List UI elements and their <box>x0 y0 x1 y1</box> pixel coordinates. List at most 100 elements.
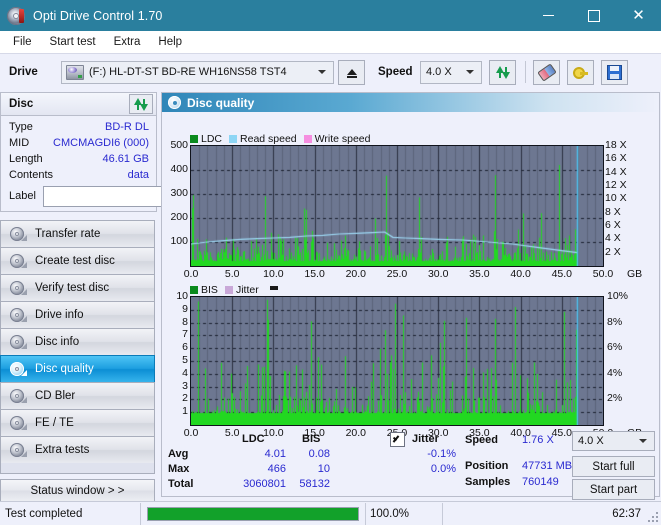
panel-header: Disc quality <box>162 93 659 112</box>
drive-toolbar: Drive (F:) HL-DT-ST BD-RE WH16NS58 TST4 … <box>0 54 661 90</box>
disc-test-icon <box>10 416 27 430</box>
sidebar-item-transfer-rate[interactable]: Transfer rate <box>0 220 155 247</box>
start-full-button[interactable]: Start full <box>572 456 655 477</box>
app-disc-icon <box>7 6 25 25</box>
menu-file[interactable]: File <box>4 34 41 50</box>
status-window-button[interactable]: Status window > > <box>0 479 155 502</box>
drive-select[interactable]: (F:) HL-DT-ST BD-RE WH16NS58 TST4 <box>61 60 334 84</box>
ldc-chart-legend: LDC Read speed Write speed <box>190 133 378 145</box>
eject-icon <box>346 69 357 78</box>
sidebar-item-label: CD Bler <box>35 390 76 402</box>
disc-row-length: Length 46.61 GB <box>1 151 156 167</box>
axis-tick-label: 10.0 <box>263 268 284 280</box>
sidebar-item-drive-info[interactable]: Drive info <box>0 301 155 328</box>
axis-tick-label: 0.0 <box>183 268 199 280</box>
stats-avg-bis: 0.08 <box>308 448 330 460</box>
sidebar-item-create-test-disc[interactable]: Create test disc <box>0 247 155 274</box>
ldc-canvas <box>191 146 603 266</box>
menu-help[interactable]: Help <box>149 34 191 50</box>
jitter-checkbox[interactable] <box>390 432 405 447</box>
start-part-button[interactable]: Start part <box>572 479 655 500</box>
maximize-button[interactable] <box>571 0 616 31</box>
axis-tick-label: 7 <box>182 328 188 341</box>
left-column: Disc Type BD-R DL MID CMCMAGDI6 (000) Le… <box>0 92 248 502</box>
disc-test-icon <box>10 389 27 403</box>
disc-row-key: Contents <box>9 169 54 181</box>
samples-stat-value: 760149 <box>522 476 559 488</box>
axis-tick-label: 8 <box>182 315 188 328</box>
nav-list: Transfer rate Create test disc Verify te… <box>0 220 156 502</box>
sidebar-item-disc-info[interactable]: Disc info <box>0 328 155 355</box>
disc-test-icon <box>10 227 27 241</box>
eraser-icon <box>536 62 557 82</box>
disc-quality-panel: Disc quality LDC Read speed Write speed <box>161 92 660 500</box>
speed-select[interactable]: 4.0 X <box>420 60 482 84</box>
sidebar-item-verify-test-disc[interactable]: Verify test disc <box>0 274 155 301</box>
disc-row-contents: Contents data <box>1 167 156 183</box>
refresh-icon <box>134 97 148 111</box>
axis-tick-label: 10% <box>607 290 629 302</box>
refresh-icon <box>495 65 510 79</box>
speed-select-value: 4.0 X <box>426 66 452 78</box>
stats-area: LDC BIS Jitter Avg 4.01 0.08 -0.1% Max 4… <box>162 431 659 500</box>
axis-tick-label: 1 <box>182 405 188 418</box>
erase-disc-button[interactable] <box>533 59 560 85</box>
sidebar-item-cd-bler[interactable]: CD Bler <box>0 382 155 409</box>
axis-tick-label: 8% <box>607 315 623 328</box>
page-title: Disc quality <box>187 95 255 110</box>
axis-tick-label: 2% <box>607 392 623 405</box>
menu-start-test[interactable]: Start test <box>41 34 105 50</box>
key-icon <box>573 66 588 79</box>
status-message: Test completed <box>5 507 83 520</box>
axis-tick-label: 20.0 <box>345 268 367 280</box>
window-title: Opti Drive Control 1.70 <box>33 8 163 23</box>
stats-row-label-max: Max <box>168 463 190 475</box>
axis-tick-label: 30.0 <box>427 268 449 280</box>
axis-tick-label: 6 <box>182 341 188 354</box>
sidebar-item-label: Transfer rate <box>35 228 101 240</box>
legend-entry-ldc: LDC <box>190 133 222 145</box>
test-speed-value: 4.0 X <box>578 435 604 447</box>
resize-grip[interactable] <box>648 512 658 522</box>
legend-label: BIS <box>201 284 218 296</box>
refresh-disc-button[interactable] <box>129 94 153 114</box>
test-speed-select[interactable]: 4.0 X <box>572 431 655 451</box>
disc-row-value: CMCMAGDI6 (000) <box>53 137 149 149</box>
axis-tick-label: 400 <box>170 163 188 175</box>
axis-tick-label: 6 X <box>605 219 621 231</box>
minimize-button[interactable] <box>526 0 571 31</box>
drive-key-button[interactable] <box>567 59 594 85</box>
legend-swatch <box>303 135 312 143</box>
sidebar-item-label: Extra tests <box>35 444 90 456</box>
axis-tick-label: 45.0 <box>551 268 573 280</box>
sidebar-item-label: Create test disc <box>35 255 115 267</box>
disc-row-key: Type <box>9 121 33 133</box>
sidebar-item-label: Verify test disc <box>35 282 110 294</box>
axis-tick-label: 4% <box>607 366 623 379</box>
sidebar-item-disc-quality[interactable]: Disc quality <box>0 355 155 382</box>
stats-max-bis: 10 <box>317 463 330 475</box>
sidebar-item-label: Drive info <box>35 309 84 321</box>
save-button[interactable] <box>601 59 628 85</box>
jitter-label: Jitter <box>412 433 439 445</box>
ldc-plot-area <box>190 145 604 267</box>
sidebar-item-extra-tests[interactable]: Extra tests <box>0 436 155 463</box>
stats-avg-jitter: -0.1% <box>427 448 456 460</box>
disc-quality-icon <box>168 96 181 109</box>
drive-select-value: (F:) HL-DT-ST BD-RE WH16NS58 TST4 <box>89 66 287 78</box>
sidebar-item-fe-te[interactable]: FE / TE <box>0 409 155 436</box>
axis-tick-label: 25.0 <box>386 268 408 280</box>
axis-tick-label: 14 X <box>605 165 627 178</box>
disc-test-icon <box>10 443 27 457</box>
menu-extra[interactable]: Extra <box>105 34 150 50</box>
close-button[interactable]: ✕ <box>616 0 661 31</box>
eject-button[interactable] <box>338 59 365 85</box>
axis-tick-label: 100 <box>170 235 188 247</box>
disc-row-value: data <box>127 169 149 181</box>
refresh-drive-button[interactable] <box>489 59 516 85</box>
sidebar-item-label: FE / TE <box>35 417 74 429</box>
bis-canvas <box>191 297 603 425</box>
legend-entry-write-speed: Write speed <box>303 133 371 145</box>
sidebar-item-label: Disc info <box>35 336 80 348</box>
axis-tick-label: 16 X <box>605 152 627 165</box>
